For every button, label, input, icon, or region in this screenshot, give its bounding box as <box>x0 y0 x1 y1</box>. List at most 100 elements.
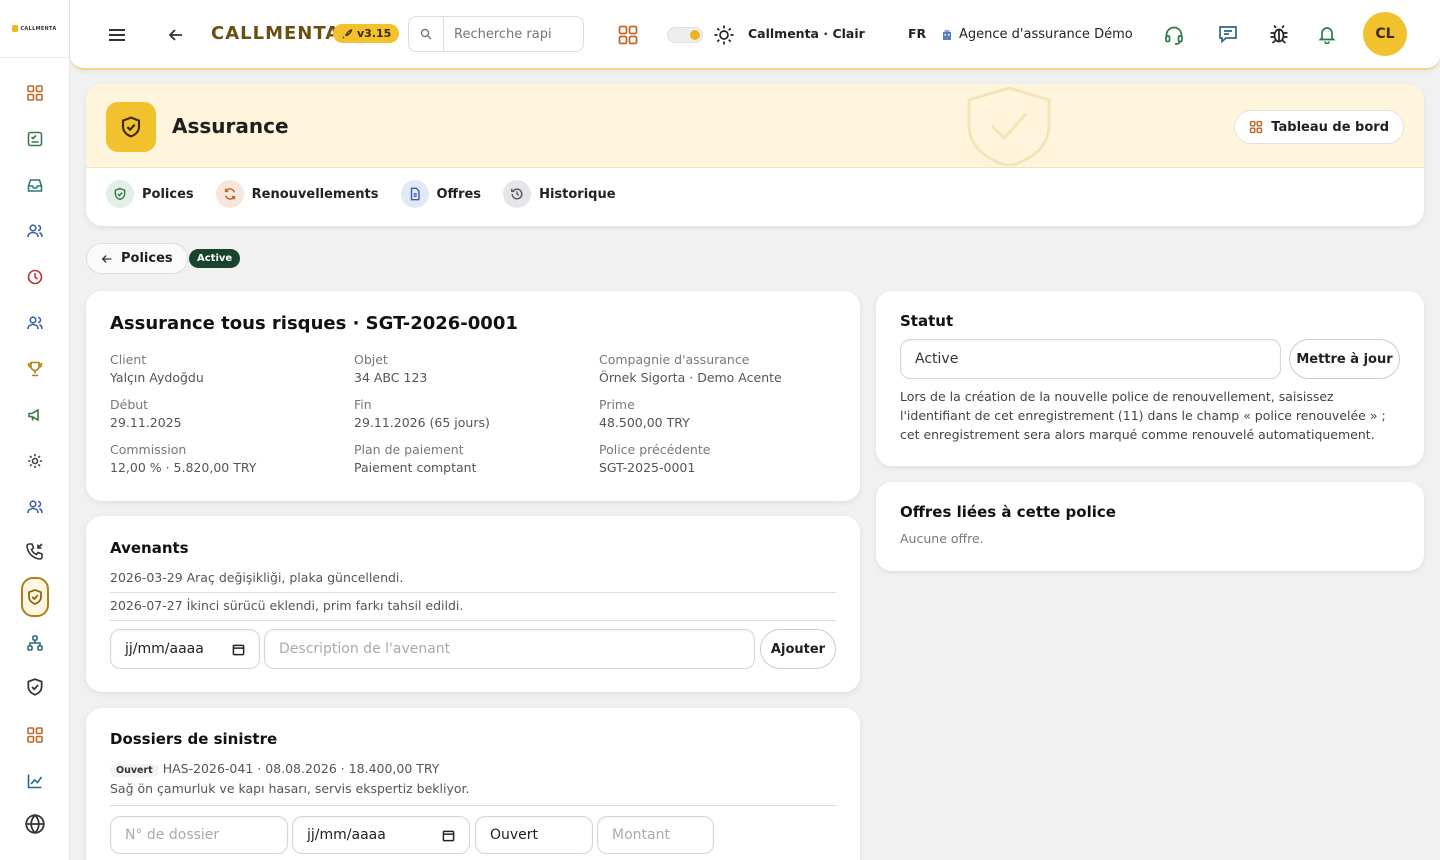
document-icon <box>400 180 429 208</box>
field-object: Objet 34 ABC 123 <box>354 352 428 385</box>
renewal-help-text: Lors de la création de la nouvelle polic… <box>900 389 1386 442</box>
claim-date-input[interactable]: jj/mm/aaaa <box>292 816 470 854</box>
agency-selector[interactable]: Agence d'assurance Démo <box>941 27 1133 42</box>
tab-label: Historique <box>539 186 616 202</box>
headset-icon[interactable] <box>1163 24 1185 46</box>
tab-offers[interactable]: Offres <box>400 180 482 208</box>
shield-icon <box>106 180 134 208</box>
contacts-icon[interactable] <box>19 215 51 247</box>
claim-number-input[interactable]: N° de dossier <box>110 816 288 854</box>
topbar: CALLMENTA v3.15 Callmenta · Clair FR Age… <box>70 0 1440 70</box>
shield-check-icon[interactable] <box>19 671 51 703</box>
version-text: v3.15 <box>357 27 392 40</box>
claim-status-badge: Ouvert <box>110 764 159 777</box>
endorsements-title: Avenants <box>110 539 189 557</box>
logo-text: CALLMENTA <box>20 25 57 32</box>
empty-state-text: Aucune offre. <box>900 531 984 546</box>
bug-icon[interactable] <box>1268 23 1290 45</box>
arrow-left-icon <box>101 254 112 263</box>
megaphone-icon[interactable] <box>19 399 51 431</box>
field-end: Fin 29.11.2026 (65 jours) <box>354 397 490 430</box>
back-arrow-icon[interactable] <box>166 25 186 45</box>
search-icon[interactable] <box>408 16 444 52</box>
insurance-icon[interactable] <box>21 577 49 617</box>
field-previous-policy: Police précédente SGT-2025-0001 <box>599 442 711 475</box>
endorsement-date-input[interactable]: jj/mm/aaaa <box>110 629 260 669</box>
apps-grid-icon[interactable] <box>617 24 639 46</box>
incoming-call-icon[interactable] <box>19 535 51 567</box>
building-icon <box>943 29 951 40</box>
tab-history[interactable]: Historique <box>503 180 616 208</box>
field-client: Client Yalçın Aydoğdu <box>110 352 204 385</box>
dashboard-icon[interactable] <box>19 77 51 109</box>
tab-label: Offres <box>436 186 482 202</box>
policy-detail-card: Assurance tous risques · SGT-2026-0001 C… <box>86 291 860 501</box>
update-status-button[interactable]: Mettre à jour <box>1289 339 1400 379</box>
clock-icon[interactable] <box>19 261 51 293</box>
theme-toggle[interactable] <box>667 27 703 43</box>
globe-icon[interactable] <box>19 808 51 840</box>
tab-label: Renouvellements <box>251 186 379 202</box>
module-tabs: Polices Renouvellements Offres Historiqu… <box>106 180 616 208</box>
language-selector[interactable]: FR <box>908 26 926 41</box>
field-payment-plan: Plan de paiement Paiement comptant <box>354 442 477 475</box>
field-commission: Commission 12,00 % · 5.820,00 TRY <box>110 442 257 475</box>
inbox-icon[interactable] <box>19 169 51 201</box>
status-card: Statut Active Mettre à jour Lors de la c… <box>876 291 1424 466</box>
version-badge: v3.15 <box>333 24 400 43</box>
logo-mark-icon <box>12 25 19 32</box>
policy-title: Assurance tous risques · SGT-2026-0001 <box>110 313 518 334</box>
apps-icon[interactable] <box>19 719 51 751</box>
date-value: jj/mm/aaaa <box>307 827 386 843</box>
calendar-icon[interactable] <box>442 829 455 842</box>
date-value: jj/mm/aaaa <box>125 641 204 657</box>
status-input[interactable]: Active <box>900 339 1281 379</box>
claim-summary: HAS-2026-041 · 08.08.2026 · 18.400,00 TR… <box>162 761 440 776</box>
back-label: Polices <box>121 251 173 266</box>
field-premium: Prime 48.500,00 TRY <box>599 397 690 430</box>
insurance-module-icon <box>106 102 156 152</box>
endorsement-description-input[interactable]: Description de l'avenant <box>264 629 755 669</box>
claim-item[interactable]: Ouvert HAS-2026-041 · 08.08.2026 · 18.400… <box>110 760 836 806</box>
theme-label[interactable]: Callmenta · Clair <box>748 26 865 41</box>
linked-offers-card: Offres liées à cette police Aucune offre… <box>876 482 1424 571</box>
menu-icon[interactable] <box>106 24 128 46</box>
gear-icon[interactable] <box>19 445 51 477</box>
agency-name: Agence d'assurance Démo <box>959 27 1133 42</box>
team-icon[interactable] <box>19 491 51 523</box>
brand-name[interactable]: CALLMENTA <box>211 23 340 44</box>
claim-description: Sağ ön çamurluk ve kapı hasarı, servis e… <box>110 781 470 796</box>
field-start: Début 29.11.2025 <box>110 397 182 430</box>
tab-renewals[interactable]: Renouvellements <box>215 180 379 208</box>
sun-icon[interactable] <box>713 24 735 46</box>
sidebar-logo[interactable]: CALLMENTA <box>0 0 69 58</box>
status-badge: Active <box>189 249 241 268</box>
back-to-policies-button[interactable]: Polices <box>86 243 188 274</box>
linked-offers-title: Offres liées à cette police <box>900 503 1116 521</box>
tasks-icon[interactable] <box>19 123 51 155</box>
list-item: 2026-07-27 İkinci sürücü eklendi, prim f… <box>110 598 836 621</box>
status-title: Statut <box>900 312 954 330</box>
org-chart-icon[interactable] <box>19 627 51 659</box>
claim-status-select[interactable]: Ouvert <box>475 816 593 854</box>
page-title: Assurance <box>172 114 289 138</box>
dashboard-icon <box>1250 120 1263 134</box>
field-company: Compagnie d'assurance Örnek Sigorta · Dem… <box>599 352 782 385</box>
refresh-icon <box>215 180 244 208</box>
avatar[interactable]: CL <box>1363 12 1407 56</box>
claims-card: Dossiers de sinistre Ouvert HAS-2026-041 … <box>86 708 860 860</box>
trophy-icon[interactable] <box>19 353 51 385</box>
bell-icon[interactable] <box>1317 24 1337 44</box>
claim-amount-input[interactable]: Montant <box>597 816 714 854</box>
search-input[interactable] <box>444 16 584 52</box>
dashboard-button[interactable]: Tableau de bord <box>1234 110 1404 144</box>
endorsements-card: Avenants 2026-03-29 Araç değişikliği, pl… <box>86 516 860 692</box>
tab-policies[interactable]: Polices <box>106 180 194 208</box>
users-icon[interactable] <box>19 307 51 339</box>
list-item: 2026-03-29 Araç değişikliği, plaka günce… <box>110 570 836 593</box>
analytics-icon[interactable] <box>19 765 51 797</box>
calendar-icon[interactable] <box>232 643 245 656</box>
sidebar: CALLMENTA <box>0 0 70 860</box>
add-endorsement-button[interactable]: Ajouter <box>760 629 836 669</box>
chat-icon[interactable] <box>1217 23 1239 45</box>
